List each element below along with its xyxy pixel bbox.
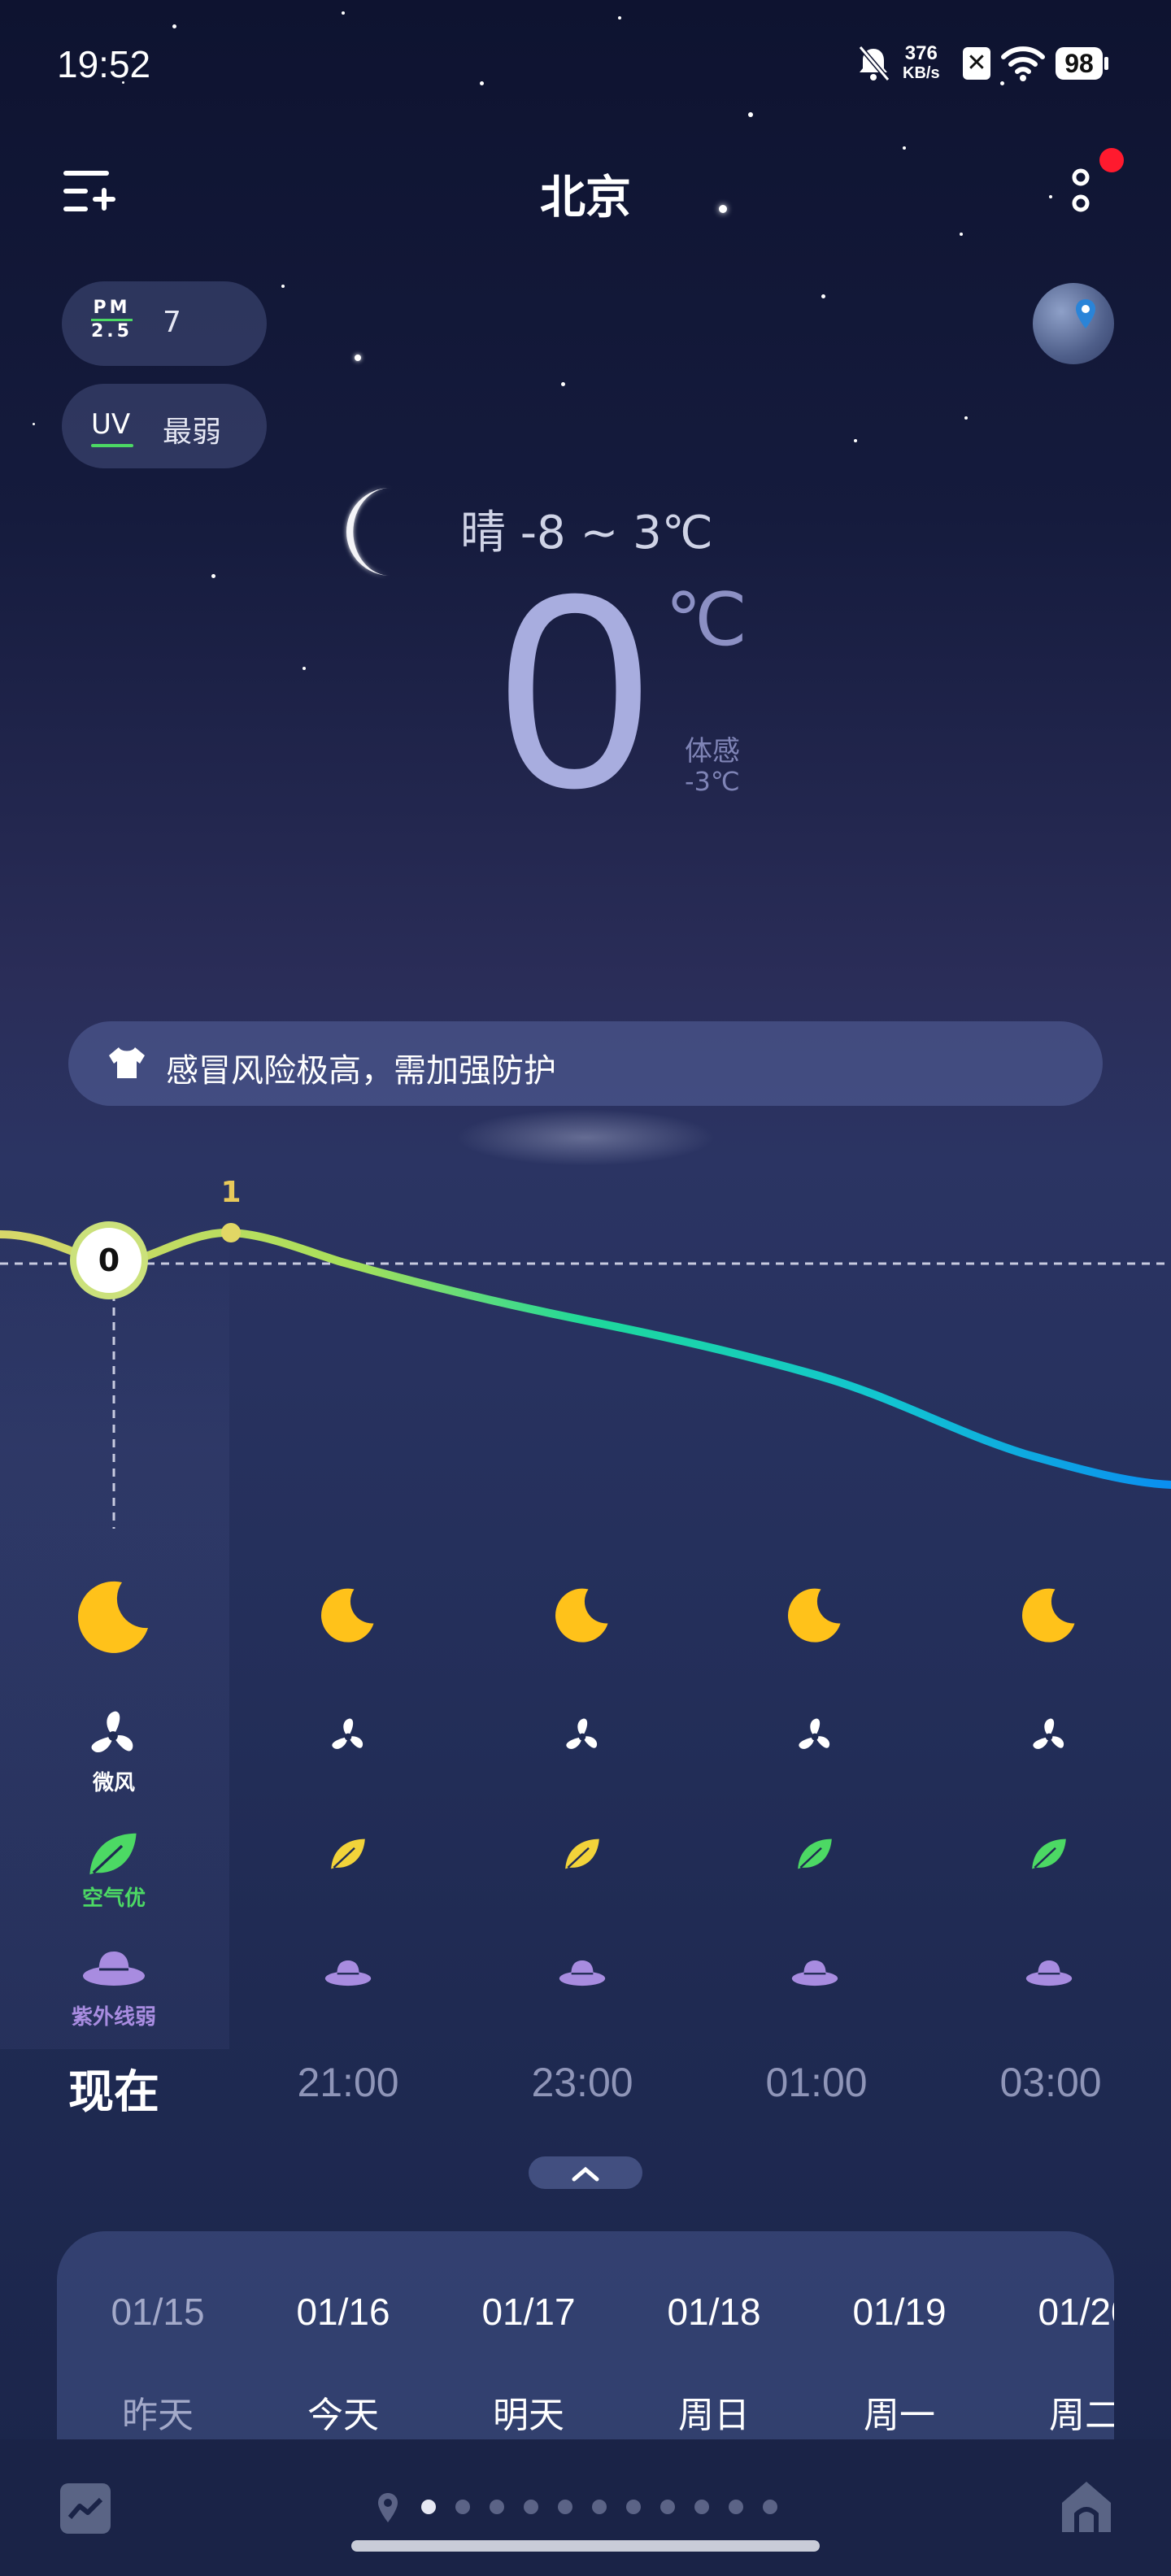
wind-fan-icon (91, 1711, 133, 1753)
moon-icon (321, 1588, 374, 1643)
pm-label-bottom: 2.5 (91, 321, 133, 342)
day-date[interactable]: 01/15 (68, 2290, 247, 2334)
uv-label: UV (91, 408, 131, 441)
leaf-icon (1032, 1838, 1066, 1869)
hourly-temperature-chart (0, 1223, 1171, 1529)
day-name[interactable]: 今天 (254, 2386, 433, 2438)
sun-hat-icon (324, 1960, 372, 1986)
day-date[interactable]: 01/18 (625, 2290, 803, 2334)
home-icon[interactable] (1057, 2477, 1116, 2535)
pm25-value: 7 (163, 306, 181, 339)
trend-chart-button[interactable] (60, 2483, 111, 2534)
leaf-icon (89, 1833, 137, 1875)
temperature-curve (0, 1228, 1171, 1489)
page-dot-active[interactable] (421, 2500, 436, 2514)
moon-icon (346, 488, 390, 576)
chevron-up-icon (572, 2166, 599, 2182)
cold-risk-banner[interactable]: 感冒风险极高，需加强防护 (68, 1021, 1103, 1106)
battery-tip (1104, 57, 1108, 70)
page-dot[interactable] (490, 2500, 504, 2514)
net-speed-unit: KB/s (903, 64, 940, 82)
hour-label-now[interactable]: 现在 (16, 2056, 211, 2121)
collapse-hourly-button[interactable] (529, 2156, 642, 2189)
temperature-unit: ℃ (665, 577, 748, 663)
day-name[interactable]: 明天 (439, 2386, 618, 2438)
shirt-icon (109, 1047, 145, 1078)
wind-fan-icon (799, 1718, 830, 1749)
hour-label[interactable]: 21:00 (250, 2059, 446, 2106)
page-dot[interactable] (626, 2500, 641, 2514)
city-title[interactable]: 北京 (0, 161, 1171, 227)
page-dot[interactable] (729, 2500, 743, 2514)
leaf-icon (798, 1838, 832, 1869)
page-dot[interactable] (660, 2500, 675, 2514)
wind-label: 微风 (92, 1771, 135, 1795)
more-options-icon[interactable] (1069, 168, 1093, 216)
page-dot[interactable] (592, 2500, 607, 2514)
sun-hat-icon (1025, 1960, 1073, 1986)
pm25-pill[interactable]: PM 2.5 7 (62, 281, 267, 366)
uv-underline (91, 444, 133, 447)
day-date[interactable]: 01/16 (254, 2290, 433, 2334)
leaf-icon (331, 1838, 365, 1869)
map-globe-button[interactable] (1033, 283, 1114, 364)
wind-fan-icon (566, 1718, 598, 1749)
moon-icon (788, 1588, 841, 1643)
pm-label-top: PM (93, 298, 131, 318)
battery-indicator: 98 (1056, 47, 1103, 80)
uv-level-label: 紫外线弱 (71, 2005, 156, 2030)
network-speed: 376 KB/s (903, 44, 940, 83)
pm25-label: PM 2.5 (91, 299, 133, 341)
page-dot[interactable] (558, 2500, 572, 2514)
trend-line-icon (67, 2497, 103, 2519)
gesture-home-indicator[interactable] (351, 2540, 820, 2552)
day-name[interactable]: 周二 (995, 2386, 1114, 2438)
day-date[interactable]: 01/20 (995, 2290, 1114, 2334)
leaf-icon (565, 1838, 599, 1869)
status-time: 19:52 (57, 43, 151, 85)
location-pin-icon (378, 2493, 398, 2522)
daily-forecast-panel[interactable]: 01/15 01/16 01/17 01/18 01/19 01/20 昨天 今… (57, 2231, 1114, 2443)
notification-dot (1099, 148, 1124, 172)
day-name[interactable]: 昨天 (68, 2386, 247, 2438)
current-temperature: 0 (498, 537, 652, 846)
wind-fan-icon (332, 1718, 363, 1749)
wifi-icon (1001, 46, 1045, 81)
air-quality-label: 空气优 (81, 1886, 146, 1911)
feels-like-value: -3℃ (685, 766, 740, 797)
sun-hat-icon (559, 1960, 606, 1986)
sim-x-icon: ✕ (963, 47, 990, 80)
moon-icon (78, 1581, 148, 1653)
uv-pill[interactable]: UV 最弱 (62, 384, 267, 468)
next-temperature-label: 1 (220, 1176, 242, 1209)
page-dot[interactable] (455, 2500, 470, 2514)
sun-hat-icon (83, 1952, 145, 1986)
cold-risk-text: 感冒风险极高，需加强防护 (166, 1052, 556, 1090)
moon-reflection-glow (455, 1109, 716, 1166)
temperature-point-21 (221, 1223, 241, 1242)
feels-like-label: 体感 (685, 735, 740, 768)
now-temperature-badge: 0 (70, 1221, 148, 1299)
sun-hat-icon (791, 1960, 838, 1986)
page-dot[interactable] (694, 2500, 709, 2514)
hour-label[interactable]: 03:00 (953, 2059, 1148, 2106)
net-speed-value: 376 (904, 42, 938, 64)
moon-icon (555, 1588, 608, 1643)
bottom-bar (0, 2439, 1171, 2576)
hour-label[interactable]: 01:00 (719, 2059, 914, 2106)
moon-icon (1022, 1588, 1075, 1643)
page-dot[interactable] (763, 2500, 777, 2514)
wind-fan-icon (1033, 1718, 1064, 1749)
location-pin-icon (1076, 299, 1095, 329)
day-name[interactable]: 周日 (625, 2386, 803, 2438)
muted-bell-icon (858, 46, 890, 81)
day-date[interactable]: 01/17 (439, 2290, 618, 2334)
page-dot[interactable] (524, 2500, 538, 2514)
hour-label[interactable]: 23:00 (485, 2059, 680, 2106)
uv-value: 最弱 (163, 416, 222, 449)
day-date[interactable]: 01/19 (810, 2290, 989, 2334)
day-name[interactable]: 周一 (810, 2386, 989, 2438)
